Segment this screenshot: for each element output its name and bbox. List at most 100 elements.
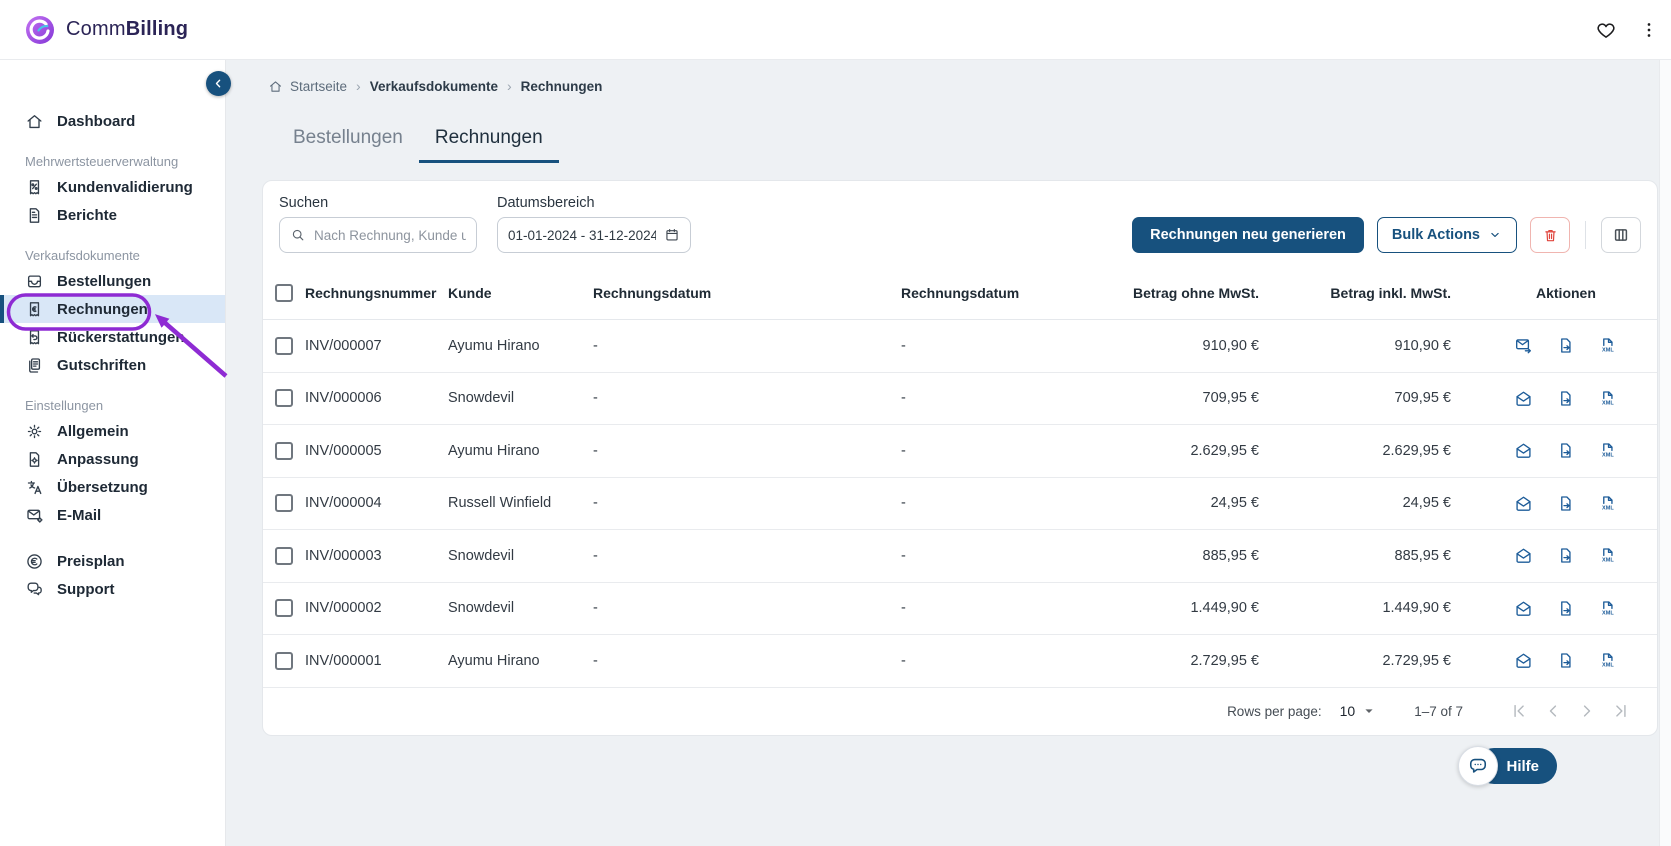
invoice-row: INV/000006 Snowdevil - - 709,95 € 709,95 € XML [263,373,1657,425]
download-invoice-button[interactable] [1556,599,1575,618]
sidebar-item-allgemein[interactable]: Allgemein [0,417,225,445]
regenerate-invoices-button[interactable]: Rechnungen neu generieren [1132,217,1364,253]
sidebar-item-ubersetzung[interactable]: Übersetzung [0,473,225,501]
row-checkbox[interactable] [275,599,293,618]
tab-bestellungen[interactable]: Bestellungen [277,116,419,163]
sidebar-item-rechnungen[interactable]: Rechnungen [0,295,225,323]
sidebar-collapse-button[interactable] [206,71,231,96]
breadcrumb: Startseite › Verkaufsdokumente › Rechnungen [268,76,1671,96]
sidebar-item-ruckerstattungen[interactable]: Rückerstattungen [0,323,225,351]
date-range-input[interactable] [497,217,691,253]
home-icon [25,112,44,131]
sidebar-item-dashboard[interactable]: Dashboard [0,107,225,135]
send-invoice-email-button[interactable] [1514,651,1533,670]
breadcrumb-item-rechnungen[interactable]: Rechnungen [521,79,603,94]
amount-net: 1.449,90 € [1190,600,1259,617]
sidebar-item-support[interactable]: Support [0,575,225,603]
download-xml-button[interactable]: XML [1598,441,1617,460]
favorites-heart-icon[interactable] [1595,19,1617,41]
first-page-button[interactable] [1509,701,1529,721]
column-header-rechnungsdatum-3: Rechnungsdatum [901,285,1020,301]
sidebar-nav: Dashboard Mehrwertsteuerverwaltung Kundenv… [0,107,225,603]
sidebar-item-label: Berichte [57,206,118,224]
row-actions: XML [1514,441,1645,460]
sidebar-item-bestellungen[interactable]: Bestellungen [0,267,225,295]
topbar: CommBilling [0,0,1671,60]
previous-page-button[interactable] [1543,701,1563,721]
sidebar-item-berichte[interactable]: Berichte [0,201,225,229]
sidebar-item-gutschriften[interactable]: Gutschriften [0,351,225,379]
breadcrumb-item-startseite[interactable]: Startseite [268,79,347,94]
sidebar-item-label: Gutschriften [57,356,147,374]
main-content: Startseite › Verkaufsdokumente › Rechnungen … [226,60,1671,846]
date-range-value[interactable] [508,227,656,243]
download-xml-button[interactable]: XML [1598,389,1617,408]
row-checkbox[interactable] [275,336,293,355]
svg-text:XML: XML [1602,663,1614,669]
trash-icon [1542,227,1559,244]
sidebar-item-kundenvalidierung[interactable]: Kundenvalidierung [0,173,225,201]
download-invoice-button[interactable] [1556,389,1575,408]
breadcrumb-item-verkaufsdokumente[interactable]: Verkaufsdokumente [370,79,498,94]
scrollbar-track[interactable] [1659,60,1671,846]
sidebar-item-anpassung[interactable]: Anpassung [0,445,225,473]
bulk-actions-button[interactable]: Bulk Actions [1376,217,1517,253]
select-all-checkbox[interactable] [275,284,293,302]
amount-net: 2.629,95 € [1190,442,1259,459]
row-checkbox[interactable] [275,546,293,565]
row-checkbox[interactable] [275,651,293,670]
download-invoice-button[interactable] [1556,494,1575,513]
sidebar-item-label: Bestellungen [57,272,152,290]
row-actions: XML [1514,546,1645,565]
help-button[interactable]: Hilfe [1458,746,1557,786]
amount-gross: 910,90 € [1394,337,1451,354]
download-invoice-button[interactable] [1556,336,1575,355]
row-checkbox[interactable] [275,494,293,513]
sidebar-item-preisplan[interactable]: Preisplan [0,547,225,575]
invoice-number: INV/000001 [305,652,382,669]
row-checkbox[interactable] [275,441,293,460]
download-xml-button[interactable]: XML [1598,336,1617,355]
brand-logo-icon [26,15,54,44]
pagination-range: 1–7 of 7 [1414,703,1463,719]
column-header-rechnungsdatum-2: Rechnungsdatum [593,285,712,301]
row-checkbox[interactable] [275,389,293,408]
download-xml-button[interactable]: XML [1598,546,1617,565]
send-invoice-email-button[interactable] [1514,494,1533,513]
pagination-bar: Rows per page: 10 1–7 of 7 [263,688,1657,735]
invoice-row: INV/000004 Russell Winfield - - 24,95 € 24,95… [263,478,1657,530]
send-invoice-email-button[interactable] [1514,336,1533,355]
amount-net: 885,95 € [1202,547,1259,564]
download-invoice-button[interactable] [1556,651,1575,670]
amount-gross: 2.629,95 € [1382,442,1451,459]
search-text-input[interactable] [314,227,466,243]
invoice-row: INV/000007 Ayumu Hirano - - 910,90 € 910,90 €… [263,320,1657,373]
send-invoice-email-button[interactable] [1514,546,1533,565]
sidebar-item-e-mail[interactable]: E-Mail [0,501,225,529]
download-invoice-button[interactable] [1556,546,1575,565]
column-settings-button[interactable] [1601,217,1641,253]
download-xml-button[interactable]: XML [1598,599,1617,618]
download-xml-button[interactable]: XML [1598,494,1617,513]
rows-per-page-select[interactable]: 10 [1340,702,1379,720]
brand[interactable]: CommBilling [24,14,188,46]
send-invoice-email-button[interactable] [1514,441,1533,460]
row-actions: XML [1514,389,1645,408]
send-invoice-email-button[interactable] [1514,599,1533,618]
next-page-button[interactable] [1577,701,1597,721]
invoice-number: INV/000007 [305,337,382,354]
rows-per-page-value: 10 [1339,703,1356,719]
kebab-menu-icon[interactable] [1639,19,1659,41]
amount-gross: 709,95 € [1394,390,1451,407]
delete-selected-button[interactable] [1530,217,1570,253]
search-input[interactable] [279,217,477,253]
last-page-button[interactable] [1611,701,1631,721]
svg-text:XML: XML [1602,453,1614,459]
send-invoice-email-button[interactable] [1514,389,1533,408]
tab-rechnungen[interactable]: Rechnungen [418,116,559,163]
invoice-date-1: - [593,547,598,564]
invoice-number: INV/000006 [305,390,382,407]
download-xml-button[interactable]: XML [1598,651,1617,670]
download-invoice-button[interactable] [1556,441,1575,460]
caret-down-icon [1360,702,1378,720]
